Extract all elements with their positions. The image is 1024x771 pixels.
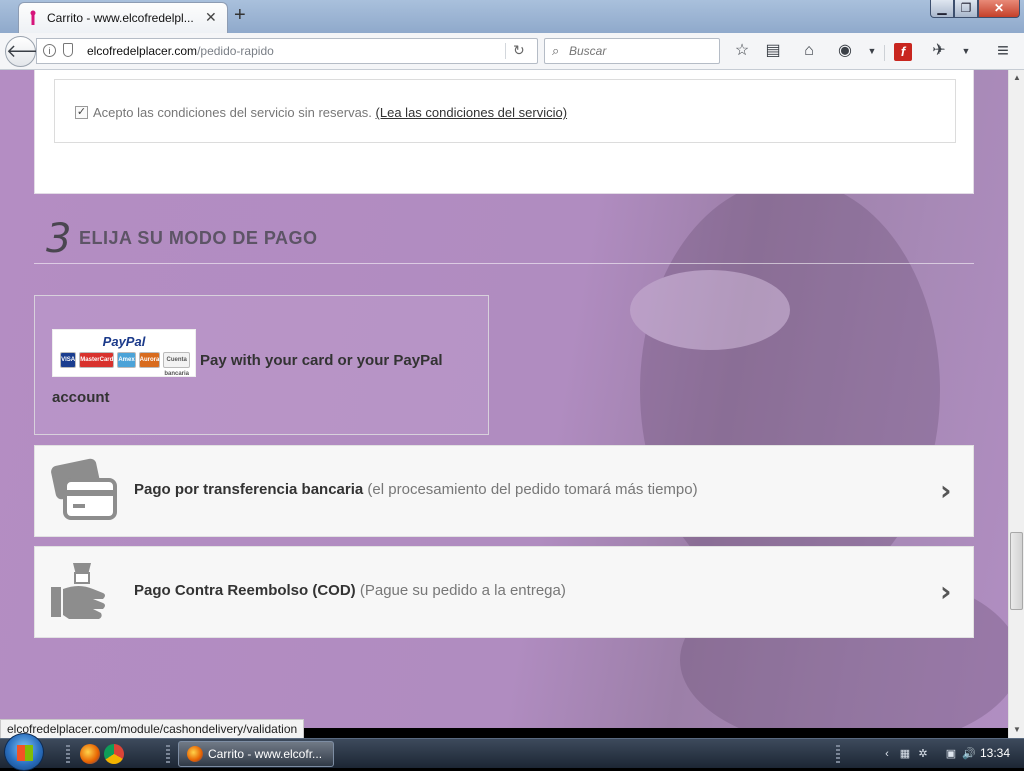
reload-icon[interactable]: ↻ [513, 42, 525, 59]
bank-transfer-option[interactable]: Pago por transferencia bancaria (el proc… [34, 445, 974, 537]
scroll-down-arrow-icon[interactable]: ▼ [1009, 722, 1024, 738]
status-link-preview: elcofredelplacer.com/module/cashondelive… [0, 719, 305, 739]
scroll-up-arrow-icon[interactable]: ▲ [1009, 70, 1024, 86]
addon-icon[interactable]: ✈ [928, 41, 950, 63]
minimize-button[interactable]: ▁ [930, 0, 954, 18]
browser-titlebar: Carrito - www.elcofredelpl... ✕ + ▁ ❐ ✕ [0, 0, 1024, 33]
toolbar-separator [884, 45, 885, 61]
search-input[interactable] [569, 42, 714, 60]
windows-taskbar: Carrito - www.elcofr... ‹ ▦ ✲ ▣ 🔊 13:34 [0, 733, 1024, 771]
back-button[interactable]: 🡐 [5, 36, 54, 67]
chevron-right-icon[interactable]: › [940, 575, 952, 608]
site-favicon-icon [30, 10, 36, 25]
search-icon: ⌕ [552, 43, 560, 58]
navigation-toolbar: 🡐 i elcofredelplacer.com/pedido-rapido ↻… [0, 33, 1024, 70]
tray-expand-icon[interactable]: ‹ [880, 747, 894, 761]
restore-button[interactable]: ❐ [954, 0, 978, 18]
close-window-button[interactable]: ✕ [978, 0, 1020, 18]
bank-transfer-title: Pago por transferencia bancaria [134, 481, 364, 498]
tab-close-icon[interactable]: ✕ [205, 9, 217, 26]
firefox-icon [187, 746, 203, 762]
terms-label-text: Acepto las condiciones del servicio sin … [93, 105, 372, 120]
taskbar-window-label: Carrito - www.elcofr... [208, 747, 323, 761]
tray-sync-icon[interactable]: ✲ [916, 747, 930, 761]
bank-transfer-label: Pago por transferencia bancaria (el proc… [134, 481, 698, 498]
step-title: ELIJA SU MODO DE PAGO [79, 228, 318, 248]
volume-icon[interactable]: 🔊 [962, 747, 976, 761]
chevron-right-icon[interactable]: › [940, 474, 952, 507]
bank-transfer-note: (el procesamiento del pedido tomará más … [367, 481, 698, 498]
flash-icon[interactable]: f [894, 43, 912, 61]
scrollbar-thumb[interactable] [1010, 532, 1023, 610]
tracking-shield-icon[interactable] [63, 43, 73, 57]
page-viewport: ✓ Acepto las condiciones del servicio si… [0, 70, 1008, 728]
taskbar-firefox-window[interactable]: Carrito - www.elcofr... [178, 741, 334, 767]
new-tab-button[interactable]: + [234, 4, 246, 27]
tray-app-icon[interactable]: ▦ [898, 747, 912, 761]
search-bar[interactable]: ⌕ [544, 38, 720, 64]
cash-on-delivery-option[interactable]: Pago Contra Reembolso (COD) (Pague su pe… [34, 546, 974, 638]
paypal-option[interactable]: PayPal VISA MasterCard Amex Aurora Cuent… [34, 295, 489, 435]
payment-step-header: 3 ELIJA SU MODO DE PAGO [34, 216, 974, 264]
browser-tab[interactable]: Carrito - www.elcofredelpl... ✕ [18, 2, 228, 33]
address-bar[interactable]: i elcofredelplacer.com/pedido-rapido ↻ [36, 38, 538, 64]
cod-label: Pago Contra Reembolso (COD) (Pague su pe… [134, 582, 566, 599]
tab-title: Carrito - www.elcofredelpl... [47, 11, 194, 25]
cash-hand-icon [51, 563, 105, 619]
chrome-pinned-icon[interactable] [104, 744, 124, 764]
terms-box: ✓ Acepto las condiciones del servicio si… [54, 79, 956, 143]
cod-title: Pago Contra Reembolso (COD) [134, 582, 356, 599]
addon-dropdown-icon[interactable]: ▼ [955, 41, 977, 63]
reading-list-icon[interactable]: ▤ [762, 41, 784, 63]
taskbar-grip [66, 745, 70, 763]
cod-note: (Pague su pedido a la entrega) [359, 582, 566, 599]
url-separator [505, 43, 506, 59]
extension-dropdown-icon[interactable]: ▼ [861, 41, 883, 63]
url-text[interactable]: elcofredelplacer.com/pedido-rapido [87, 44, 274, 58]
network-icon[interactable]: ▣ [944, 747, 958, 761]
step-number: 3 [46, 216, 72, 262]
terms-checkbox[interactable]: ✓ [75, 106, 88, 119]
terms-link[interactable]: (Lea las condiciones del servicio) [376, 105, 567, 120]
windows-logo-icon [17, 745, 33, 761]
home-icon[interactable]: ⌂ [798, 41, 820, 63]
taskbar-clock[interactable]: 13:34 [980, 746, 1010, 760]
taskbar-grip [166, 745, 170, 763]
site-info-icon[interactable]: i [43, 44, 56, 57]
credit-card-icon [51, 458, 117, 520]
page-scrollbar[interactable]: ▲ ▼ [1008, 70, 1024, 738]
terms-label: Acepto las condiciones del servicio sin … [93, 105, 567, 120]
firefox-pinned-icon[interactable] [80, 744, 100, 764]
terms-section: ✓ Acepto las condiciones del servicio si… [34, 70, 974, 194]
start-button[interactable] [4, 733, 44, 771]
url-path: /pedido-rapido [197, 44, 274, 58]
paypal-label[interactable]: Pay with your card or your PayPal accoun… [52, 342, 472, 416]
bookmark-star-icon[interactable]: ☆ [731, 41, 753, 63]
url-host: elcofredelplacer.com [87, 44, 198, 58]
privacy-extension-icon[interactable]: ◉ [834, 41, 856, 63]
menu-hamburger-icon[interactable]: ≡ [992, 41, 1014, 63]
taskbar-grip [836, 745, 840, 763]
